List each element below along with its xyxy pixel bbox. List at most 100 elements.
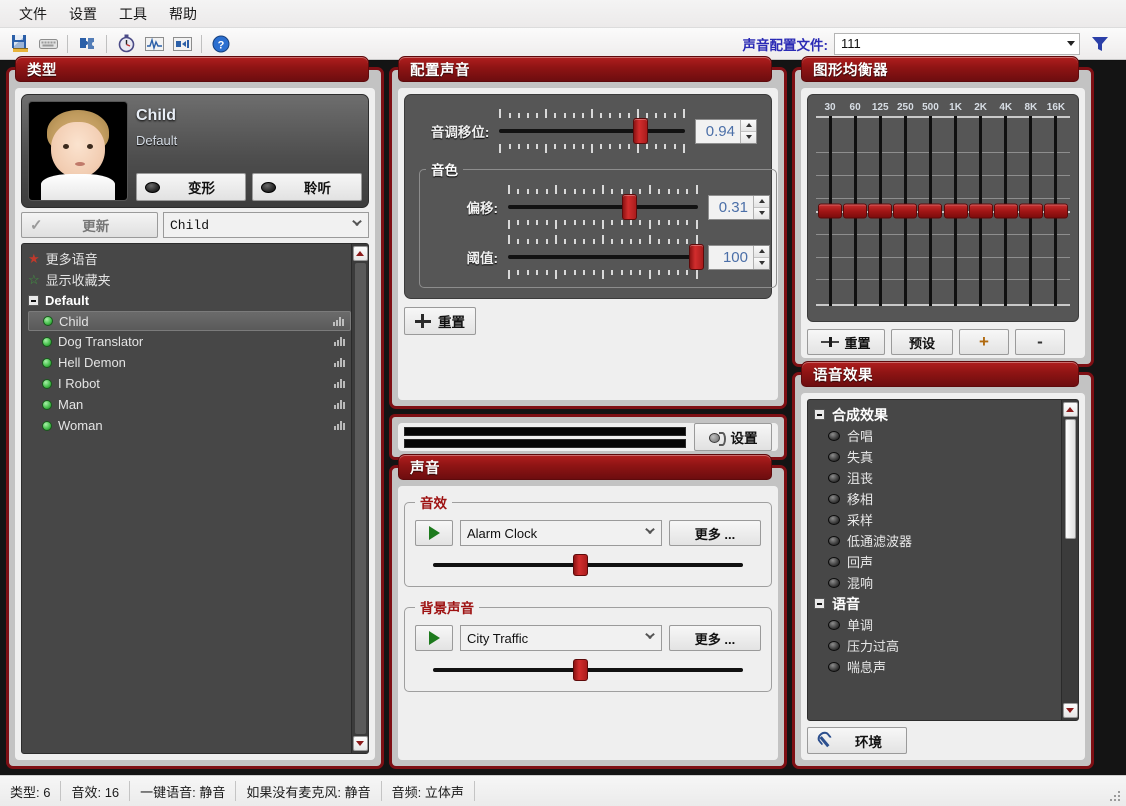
scrollbar-track[interactable] bbox=[354, 263, 366, 734]
type-combo[interactable]: Child bbox=[163, 212, 369, 238]
list-item[interactable]: 采样 bbox=[814, 509, 1061, 530]
list-item[interactable]: 单调 bbox=[814, 614, 1061, 635]
pitch-shift-slider[interactable] bbox=[499, 109, 685, 153]
spinner-up-icon[interactable] bbox=[754, 245, 769, 258]
eq-band-thumb[interactable] bbox=[1043, 203, 1068, 219]
config-reset-button[interactable]: 重置 bbox=[404, 307, 476, 335]
menu-item-help[interactable]: 帮助 bbox=[158, 1, 208, 27]
list-item[interactable]: 压力过高 bbox=[814, 635, 1061, 656]
effects-group-synth[interactable]: 合成效果 bbox=[814, 404, 1061, 425]
collapse-icon[interactable] bbox=[814, 409, 825, 420]
eq-band-thumb[interactable] bbox=[893, 203, 918, 219]
audio-transform-icon[interactable] bbox=[169, 32, 195, 56]
list-item[interactable]: 失真 bbox=[814, 446, 1061, 467]
pitch-shift-thumb[interactable] bbox=[633, 118, 649, 144]
spinner-down-icon[interactable] bbox=[754, 257, 769, 269]
save-settings-icon[interactable] bbox=[7, 32, 33, 56]
list-item[interactable]: I Robot bbox=[28, 373, 351, 394]
list-item[interactable]: Child bbox=[28, 311, 351, 331]
list-item-show-favorites[interactable]: ☆ 显示收藏夹 bbox=[28, 269, 351, 290]
eq-band-thumb[interactable] bbox=[868, 203, 893, 219]
stopwatch-icon[interactable] bbox=[113, 32, 139, 56]
background-play-button[interactable] bbox=[415, 625, 453, 651]
eq-band-slider[interactable] bbox=[918, 116, 943, 306]
eq-band-thumb[interactable] bbox=[843, 203, 868, 219]
resize-grip[interactable] bbox=[1110, 791, 1122, 803]
spinner-down-icon[interactable] bbox=[754, 207, 769, 219]
list-item[interactable]: 合唱 bbox=[814, 425, 1061, 446]
spinner-up-icon[interactable] bbox=[741, 119, 756, 132]
list-item[interactable]: Man bbox=[28, 394, 351, 415]
eq-band-slider[interactable] bbox=[893, 116, 918, 306]
list-item[interactable]: 回声 bbox=[814, 551, 1061, 572]
eq-band-slider[interactable] bbox=[868, 116, 893, 306]
scroll-up-icon[interactable] bbox=[352, 246, 368, 261]
effects-list-scrollbar[interactable] bbox=[1061, 400, 1078, 720]
threshold-spinner[interactable]: 100 bbox=[708, 244, 770, 270]
scroll-down-icon[interactable] bbox=[352, 736, 368, 751]
scroll-up-icon[interactable] bbox=[1062, 402, 1078, 417]
waveform-icon[interactable] bbox=[141, 32, 167, 56]
sfx-combo[interactable]: Alarm Clock bbox=[460, 520, 662, 546]
pitch-shift-spinner[interactable]: 0.94 bbox=[695, 118, 757, 144]
eq-band-slider[interactable] bbox=[1043, 116, 1068, 306]
list-item-more-voices[interactable]: ★ 更多语音 bbox=[28, 248, 351, 269]
list-item[interactable]: 沮丧 bbox=[814, 467, 1061, 488]
menu-item-tools[interactable]: 工具 bbox=[108, 1, 158, 27]
voice-list[interactable]: ★ 更多语音 ☆ 显示收藏夹 Default Child Dog Transla… bbox=[21, 243, 369, 754]
threshold-thumb[interactable] bbox=[688, 244, 704, 270]
funnel-icon[interactable] bbox=[1087, 32, 1113, 56]
background-volume-thumb[interactable] bbox=[572, 659, 588, 681]
sfx-volume-thumb[interactable] bbox=[572, 554, 588, 576]
eq-band-slider[interactable] bbox=[1018, 116, 1043, 306]
list-item[interactable]: 混响 bbox=[814, 572, 1061, 593]
eq-preset-button[interactable]: 预设 bbox=[891, 329, 953, 355]
effects-list[interactable]: 合成效果 合唱 失真 沮丧 移相 采样 低通滤波器 回声 混响 语音 单调 压力… bbox=[807, 399, 1079, 721]
effects-group-voice[interactable]: 语音 bbox=[814, 593, 1061, 614]
eq-band-thumb[interactable] bbox=[943, 203, 968, 219]
menu-item-settings[interactable]: 设置 bbox=[58, 1, 108, 27]
eq-band-thumb[interactable] bbox=[968, 203, 993, 219]
eq-band-thumb[interactable] bbox=[993, 203, 1018, 219]
sfx-play-button[interactable] bbox=[415, 520, 453, 546]
menu-item-file[interactable]: 文件 bbox=[8, 1, 58, 27]
list-item[interactable]: 低通滤波器 bbox=[814, 530, 1061, 551]
update-button[interactable]: ✓ 更新 bbox=[21, 212, 158, 238]
sfx-volume-slider[interactable] bbox=[433, 554, 743, 576]
background-combo[interactable]: City Traffic bbox=[460, 625, 662, 651]
eq-band-slider[interactable] bbox=[993, 116, 1018, 306]
list-group-default[interactable]: Default bbox=[28, 290, 351, 311]
collapse-icon[interactable] bbox=[814, 598, 825, 609]
scrollbar-thumb[interactable] bbox=[1064, 419, 1076, 539]
background-more-button[interactable]: 更多 ... bbox=[669, 625, 761, 651]
eq-band-slider[interactable] bbox=[943, 116, 968, 306]
environment-button[interactable]: 环境 bbox=[807, 727, 907, 754]
eq-band-thumb[interactable] bbox=[918, 203, 943, 219]
eq-band-thumb[interactable] bbox=[818, 203, 842, 219]
voice-list-scrollbar[interactable] bbox=[351, 244, 368, 753]
eq-band-thumb[interactable] bbox=[1018, 203, 1043, 219]
eq-add-button[interactable]: + bbox=[959, 329, 1009, 355]
help-icon[interactable]: ? bbox=[208, 32, 234, 56]
list-item[interactable]: Hell Demon bbox=[28, 352, 351, 373]
list-item[interactable]: Dog Translator bbox=[28, 331, 351, 352]
eq-band-slider[interactable] bbox=[843, 116, 868, 306]
list-item[interactable]: Woman bbox=[28, 415, 351, 436]
offset-slider[interactable] bbox=[508, 185, 698, 229]
scroll-down-icon[interactable] bbox=[1062, 703, 1078, 718]
eq-band-slider[interactable] bbox=[968, 116, 993, 306]
list-item[interactable]: 移相 bbox=[814, 488, 1061, 509]
eq-band-slider[interactable] bbox=[818, 116, 842, 306]
spinner-down-icon[interactable] bbox=[741, 131, 756, 143]
sfx-more-button[interactable]: 更多 ... bbox=[669, 520, 761, 546]
audio-settings-button[interactable]: 设置 bbox=[694, 423, 772, 451]
plugin-icon[interactable] bbox=[74, 32, 100, 56]
eq-reset-button[interactable]: 重置 bbox=[807, 329, 885, 355]
background-volume-slider[interactable] bbox=[433, 659, 743, 681]
offset-spinner[interactable]: 0.31 bbox=[708, 194, 770, 220]
collapse-icon[interactable] bbox=[28, 295, 39, 306]
list-item[interactable]: 喘息声 bbox=[814, 656, 1061, 677]
morph-toggle-button[interactable]: 变形 bbox=[136, 173, 246, 201]
eq-remove-button[interactable]: - bbox=[1015, 329, 1065, 355]
offset-thumb[interactable] bbox=[622, 194, 637, 220]
